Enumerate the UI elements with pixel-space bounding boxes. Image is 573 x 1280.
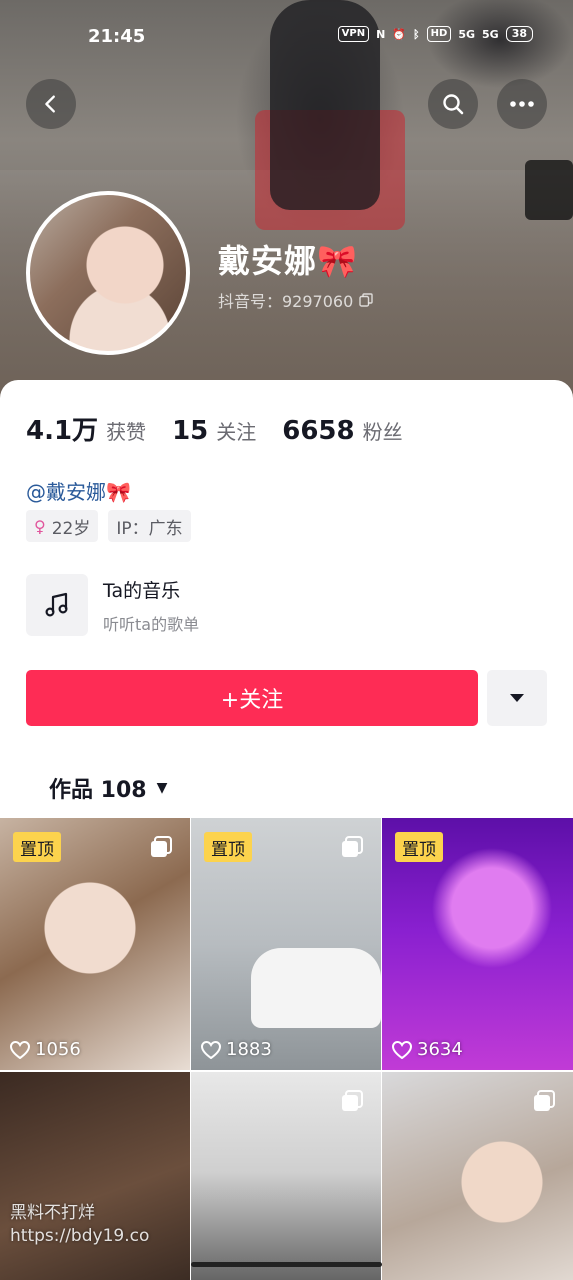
video-likes-count: 1056 [35,1039,81,1060]
watermark-line-2: https://bdy19.co [10,1226,150,1246]
tab-works-caret-icon: ▼ [156,780,168,796]
ip-tag: IP：广东 [108,510,191,542]
caret-down-icon [510,694,524,702]
music-note-icon [45,592,68,617]
search-button[interactable] [428,79,478,129]
multi-image-icon [342,1090,363,1111]
video-likes: 1056 [10,1039,81,1060]
status-bar: 21:45 VPN N ⏰ ᛒ HD 5G 5G 38 [0,22,573,52]
watermark: 黑料不打烊 https://bdy19.co [10,1202,149,1248]
stat-likes-label: 获赞 [106,420,147,444]
hd-icon: HD [426,26,452,42]
bluetooth-icon: ᛒ [413,27,420,41]
signal-icon-2: 5G [482,27,499,41]
more-button[interactable] [497,79,547,129]
more-actions-dropdown[interactable] [487,670,547,726]
multi-image-icon [342,836,363,857]
battery-icon: 38 [505,26,533,42]
video-thumbnail[interactable]: 黑料不打烊 https://bdy19.co [0,1072,190,1280]
tab-works-label: 作品 108 [49,778,147,803]
follow-button[interactable]: +关注 [26,670,478,726]
stat-likes[interactable]: 4.1万 获赞 [26,410,146,447]
video-thumbnail[interactable] [191,1072,381,1280]
video-likes-count: 1883 [226,1039,272,1060]
nickname: 戴安娜🎀 [218,242,358,280]
douyin-id-text: 抖音号：9297060 [218,292,354,311]
more-dots-icon [510,101,534,107]
alarm-icon: ⏰ [392,27,407,41]
video-likes: 1883 [201,1039,272,1060]
ip-tag-text: IP：广东 [116,518,183,539]
status-icons: VPN N ⏰ ᛒ HD 5G 5G 38 [337,26,533,42]
age-tag: ♀ 22岁 [26,510,99,542]
stat-likes-num: 4.1万 [26,416,99,446]
douyin-id[interactable]: 抖音号：9297060 [218,288,373,312]
chevron-left-icon [45,95,55,113]
stat-following[interactable]: 15 关注 [172,416,256,446]
avatar[interactable] [26,191,190,355]
video-thumbnail[interactable]: 置顶 1056 [0,818,190,1070]
music-subtitle: 听听ta的歌单 [103,614,200,634]
back-button[interactable] [26,79,76,129]
watermark-line-1: 黑料不打烊 [10,1203,95,1223]
music-entry[interactable]: Ta的音乐 听听ta的歌单 [26,574,199,636]
video-likes-count: 3634 [417,1039,463,1060]
video-thumbnail[interactable]: 置顶 3634 [382,818,573,1070]
vpn-icon: VPN [337,26,370,42]
stat-following-num: 15 [172,416,209,446]
copy-icon[interactable] [359,293,373,307]
stats-row: 4.1万 获赞 15 关注 6658 粉丝 [26,410,429,447]
stat-followers-num: 6658 [282,416,355,446]
age-tag-text: 22岁 [51,518,91,539]
pinned-badge: 置顶 [204,832,252,862]
multi-image-icon [151,836,172,857]
music-title: Ta的音乐 [103,579,181,602]
heart-icon [10,1040,30,1059]
stat-following-label: 关注 [216,420,257,444]
pinned-badge: 置顶 [13,832,61,862]
video-likes: 3634 [392,1039,463,1060]
home-indicator[interactable] [191,1262,382,1267]
user-handle[interactable]: @戴安娜🎀 [26,476,131,505]
video-grid: 置顶 1056 置顶 1883 置顶 3634 黑料不打烊 https://bd… [0,818,573,1280]
heart-icon [201,1040,221,1059]
heart-icon [392,1040,412,1059]
tab-works[interactable]: 作品 108 ▼ [49,772,167,804]
multi-image-icon [534,1090,555,1111]
female-icon: ♀ [34,516,46,536]
cover-bag [525,160,573,220]
signal-icon-1: 5G [458,27,475,41]
stat-followers[interactable]: 6658 粉丝 [282,416,402,446]
pinned-badge: 置顶 [395,832,443,862]
stat-followers-label: 粉丝 [362,420,403,444]
search-icon [443,94,464,115]
status-time: 21:45 [88,26,146,47]
video-thumbnail[interactable] [382,1072,573,1280]
music-text: Ta的音乐 听听ta的歌单 [103,576,199,635]
nfc-icon: N [376,27,386,41]
music-icon-box [26,574,88,636]
profile-tags: ♀ 22岁 IP：广东 [26,510,191,542]
video-thumbnail[interactable]: 置顶 1883 [191,818,381,1070]
